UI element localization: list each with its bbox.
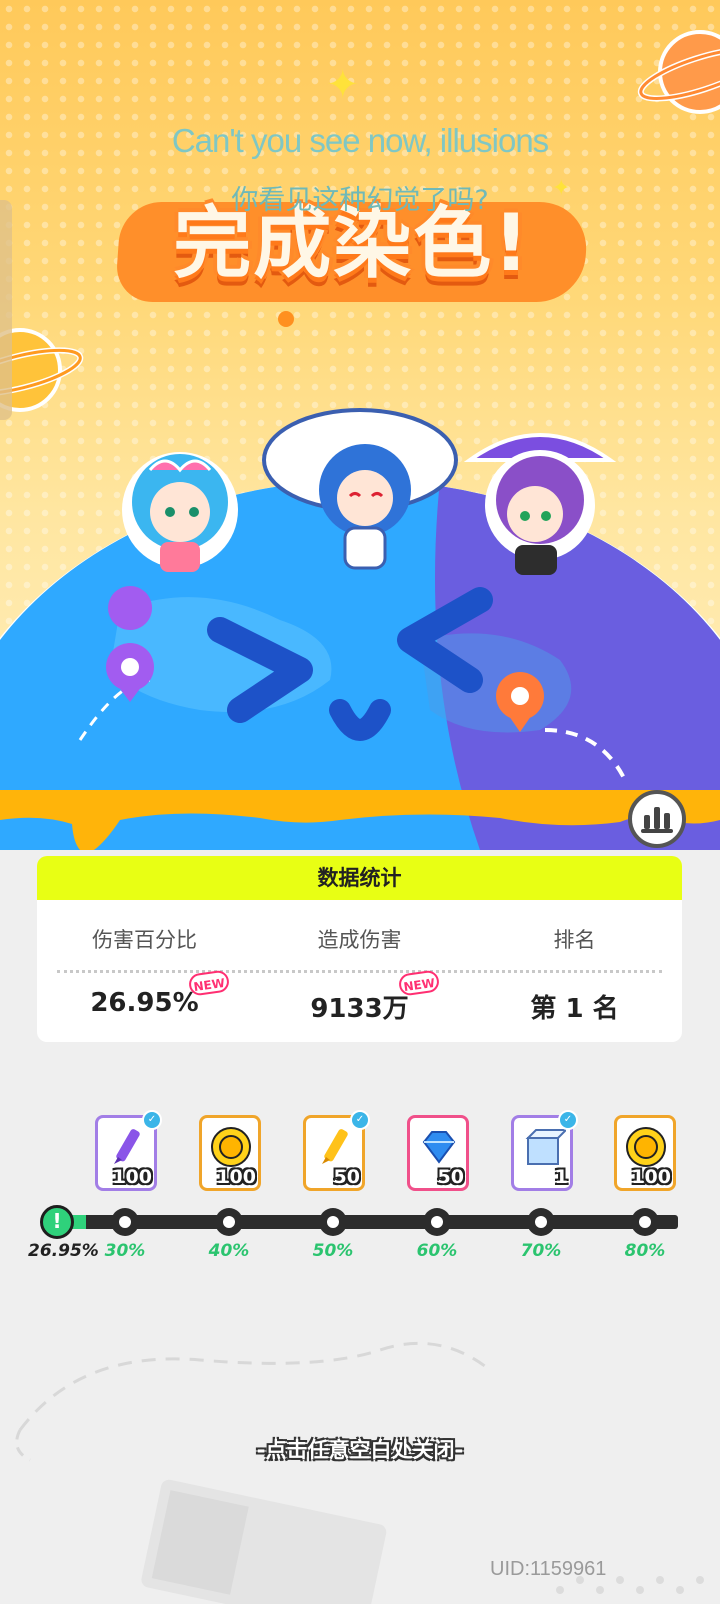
milestone-node [319, 1208, 347, 1236]
stats-header: 数据统计 [37, 856, 682, 900]
reward-count: 50 [437, 1166, 464, 1188]
milestone-node [631, 1208, 659, 1236]
stats-divider [57, 970, 662, 973]
purple-crayon-icon [114, 1129, 140, 1164]
rank-value: 第 1 名 [530, 994, 619, 1024]
paint-drip-border [0, 790, 720, 850]
planet-icon [637, 30, 720, 114]
sparkle-icon: ✦ [326, 62, 360, 108]
milestone-node [215, 1208, 243, 1236]
user-id: UID:1159961 [490, 1558, 607, 1580]
reward-item[interactable]: 100 [614, 1115, 676, 1191]
reward-count: 1 [554, 1166, 568, 1188]
subtitle-english: Can't you see now, illusions [171, 122, 549, 159]
yellow-crayon-icon [322, 1129, 348, 1164]
milestone-label: 60% [416, 1241, 458, 1261]
stats-panel: 数据统计 伤害百分比 26.95% NEW 造成伤害 9133万 NEW 排名 … [37, 856, 682, 1042]
damage-dealt-label: 造成伤害 [317, 928, 402, 952]
subtitle-chinese: 你看见这种幻觉了吗? [231, 185, 489, 216]
leaderboard-button[interactable] [628, 790, 686, 848]
milestone-node [423, 1208, 451, 1236]
character-center-icon [262, 408, 458, 570]
milestone-node [111, 1208, 139, 1236]
reward-count: 100 [112, 1166, 152, 1188]
reward-item[interactable]: 50 [407, 1115, 469, 1191]
reward-count: 100 [631, 1166, 671, 1188]
hero-art: ✦ ✦ 完成染色! Can't you see now, illusions 你… [0, 0, 720, 850]
milestone-label: 50% [312, 1241, 354, 1261]
rank-label: 排名 [553, 928, 596, 952]
reward-item[interactable]: ✓ 100 [95, 1110, 162, 1191]
reward-count: 100 [216, 1166, 256, 1188]
character-right-icon [463, 433, 617, 575]
reward-item[interactable]: ✓ 1 [511, 1110, 578, 1191]
milestone-label: 70% [520, 1241, 562, 1261]
blue-diamond-icon [422, 1131, 456, 1164]
mystery-box-icon [525, 1129, 566, 1165]
character-group [122, 408, 617, 575]
tap-to-close-hint[interactable]: -点击任意空白处关闭- [0, 1434, 720, 1464]
current-progress-value: 26.95% [28, 1241, 99, 1261]
progress-track [70, 1215, 678, 1229]
bonus-icon: ✓ [558, 1110, 578, 1130]
damage-percent-label: 伤害百分比 [92, 928, 197, 952]
reward-count: 50 [333, 1166, 360, 1188]
milestone-label: 80% [624, 1241, 666, 1261]
milestone-label: 30% [104, 1241, 146, 1261]
milestone-node [527, 1208, 555, 1236]
reward-item[interactable]: 100 [199, 1115, 261, 1191]
character-left-icon [122, 452, 238, 572]
leaderboard-icon [641, 807, 673, 833]
damage-dealt-value: 9133万 [310, 994, 409, 1024]
milestone-label: 40% [208, 1241, 250, 1261]
gold-coin-icon [211, 1127, 251, 1167]
bonus-icon: ✓ [350, 1110, 370, 1130]
decor-dot [278, 311, 294, 327]
bonus-icon: ✓ [142, 1110, 162, 1130]
gold-coin-icon [626, 1127, 666, 1167]
reward-item[interactable]: ✓ 50 [303, 1110, 370, 1191]
current-progress-marker: ! [40, 1205, 74, 1239]
